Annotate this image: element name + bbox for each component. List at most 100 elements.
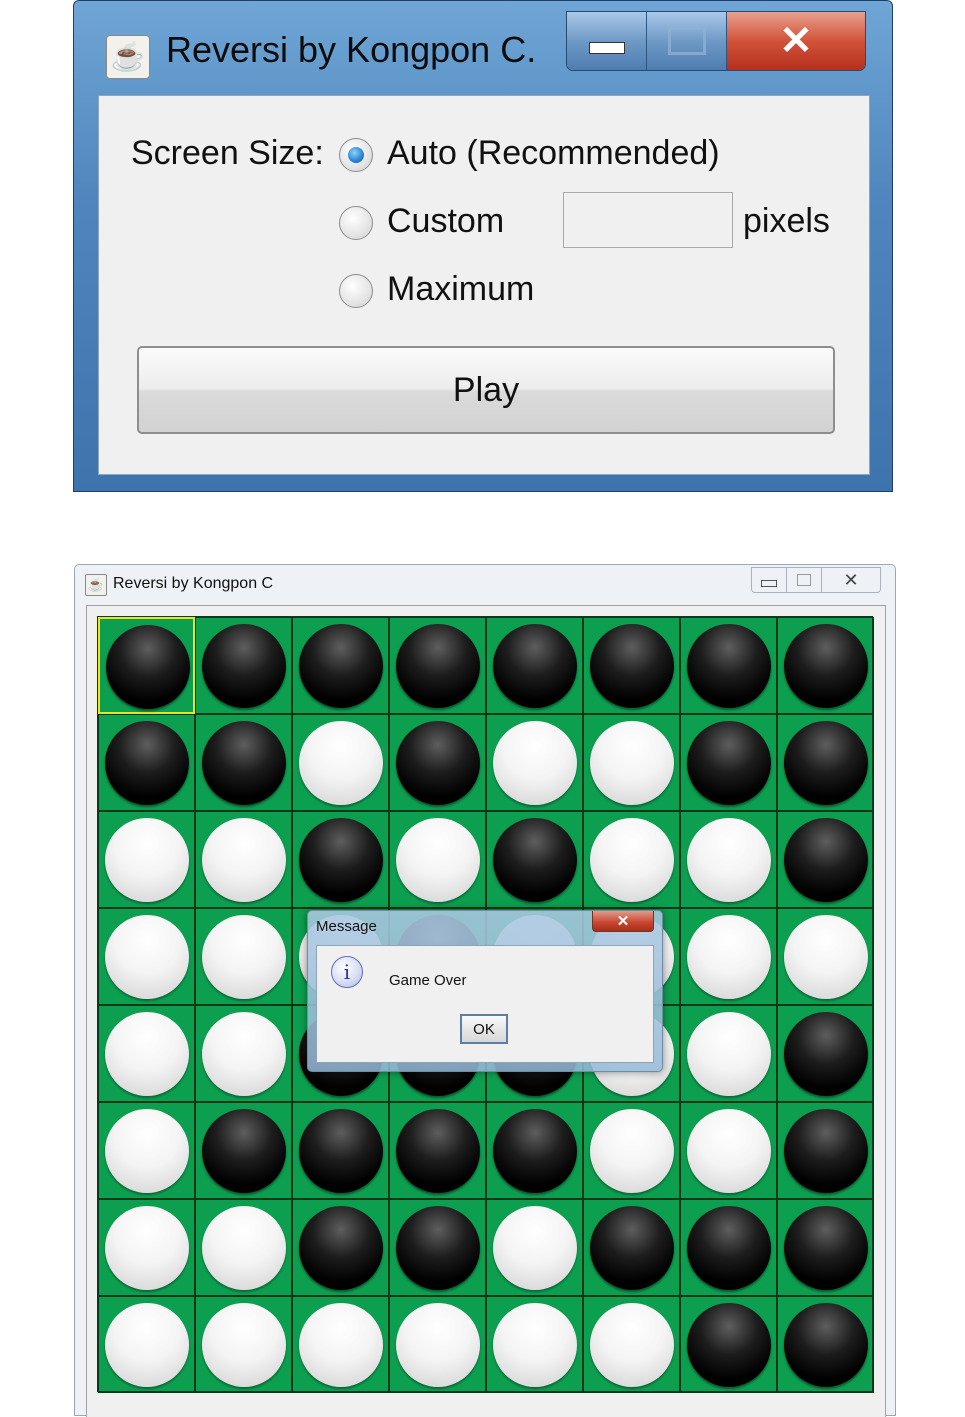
- board-cell[interactable]: [777, 714, 874, 811]
- board-cell[interactable]: [777, 1102, 874, 1199]
- board-cell[interactable]: [583, 1199, 680, 1296]
- board-cell[interactable]: [389, 1296, 486, 1393]
- board-cell[interactable]: [292, 1102, 389, 1199]
- board-cell[interactable]: [195, 1102, 292, 1199]
- black-disc: [590, 624, 674, 708]
- board-cell[interactable]: [486, 1296, 583, 1393]
- board-cell[interactable]: [195, 811, 292, 908]
- white-disc: [299, 721, 383, 805]
- board-cell[interactable]: [777, 1296, 874, 1393]
- java-cup-icon: ☕: [85, 574, 107, 596]
- board-cell[interactable]: [777, 811, 874, 908]
- board-cell[interactable]: [680, 908, 777, 1005]
- custom-size-input[interactable]: [563, 192, 733, 248]
- board-cell[interactable]: [98, 1102, 195, 1199]
- black-disc: [105, 721, 189, 805]
- board-cell[interactable]: [583, 1102, 680, 1199]
- black-disc: [784, 818, 868, 902]
- board-cell[interactable]: [195, 617, 292, 714]
- board-cell[interactable]: [98, 617, 195, 714]
- maximize-button[interactable]: [787, 568, 822, 592]
- board-cell[interactable]: [583, 811, 680, 908]
- board-cell[interactable]: [389, 714, 486, 811]
- board-cell[interactable]: [292, 714, 389, 811]
- board-cell[interactable]: [195, 1199, 292, 1296]
- radio-auto[interactable]: [339, 138, 373, 172]
- board-cell[interactable]: [486, 1102, 583, 1199]
- board-cell[interactable]: [389, 617, 486, 714]
- black-disc: [299, 624, 383, 708]
- board-cell[interactable]: [583, 1296, 680, 1393]
- board-cell[interactable]: [98, 1199, 195, 1296]
- dialog-body: i Game Over OK: [316, 945, 654, 1063]
- board-cell[interactable]: [680, 617, 777, 714]
- board-cell[interactable]: [195, 714, 292, 811]
- close-button[interactable]: ✕: [727, 12, 865, 70]
- board-cell[interactable]: [680, 1296, 777, 1393]
- board-cell[interactable]: [486, 617, 583, 714]
- ok-button[interactable]: OK: [460, 1014, 508, 1044]
- radio-maximum-label[interactable]: Maximum: [387, 270, 534, 309]
- board-cell[interactable]: [486, 1199, 583, 1296]
- white-disc: [590, 1303, 674, 1387]
- launcher-titlebar[interactable]: ☕ Reversi by Kongpon C. ✕: [74, 1, 892, 91]
- board-cell[interactable]: [777, 1005, 874, 1102]
- white-disc: [493, 721, 577, 805]
- board-cell[interactable]: [680, 1005, 777, 1102]
- board-cell[interactable]: [389, 811, 486, 908]
- white-disc: [784, 915, 868, 999]
- white-disc: [396, 1303, 480, 1387]
- screen-size-label: Screen Size:: [131, 134, 324, 172]
- black-disc: [299, 1206, 383, 1290]
- board-cell[interactable]: [680, 1102, 777, 1199]
- radio-auto-label[interactable]: Auto (Recommended): [387, 134, 720, 173]
- dialog-message: Game Over: [389, 972, 467, 989]
- white-disc: [105, 1303, 189, 1387]
- board-cell[interactable]: [292, 1296, 389, 1393]
- board-cell[interactable]: [583, 617, 680, 714]
- board-cell[interactable]: [680, 1199, 777, 1296]
- board-cell[interactable]: [583, 714, 680, 811]
- close-button[interactable]: ✕: [822, 568, 880, 592]
- board-cell[interactable]: [389, 1102, 486, 1199]
- board-cell[interactable]: [195, 1005, 292, 1102]
- board-cell[interactable]: [98, 1005, 195, 1102]
- black-disc: [396, 624, 480, 708]
- close-icon: ✕: [843, 569, 859, 590]
- board-cell[interactable]: [777, 908, 874, 1005]
- close-icon: ✕: [779, 19, 813, 63]
- radio-custom-label[interactable]: Custom: [387, 202, 504, 241]
- board-cell[interactable]: [486, 811, 583, 908]
- board-cell[interactable]: [98, 1296, 195, 1393]
- board-cell[interactable]: [292, 811, 389, 908]
- radio-maximum[interactable]: [339, 274, 373, 308]
- board-cell[interactable]: [486, 714, 583, 811]
- minimize-button[interactable]: [752, 568, 787, 592]
- board-cell[interactable]: [680, 811, 777, 908]
- radio-custom[interactable]: [339, 206, 373, 240]
- dialog-title: Message: [316, 918, 377, 935]
- board-cell[interactable]: [98, 714, 195, 811]
- black-disc: [202, 721, 286, 805]
- board-cell[interactable]: [777, 1199, 874, 1296]
- minimize-button[interactable]: [567, 12, 647, 70]
- board-cell[interactable]: [680, 714, 777, 811]
- black-disc: [396, 1109, 480, 1193]
- black-disc: [106, 625, 190, 709]
- board-cell[interactable]: [292, 617, 389, 714]
- dialog-close-button[interactable]: ✕: [592, 911, 654, 932]
- black-disc: [687, 1303, 771, 1387]
- board-cell[interactable]: [292, 1199, 389, 1296]
- board-cell[interactable]: [777, 617, 874, 714]
- white-disc: [687, 818, 771, 902]
- board-cell[interactable]: [195, 1296, 292, 1393]
- play-button[interactable]: Play: [137, 346, 835, 434]
- maximize-button[interactable]: [647, 12, 727, 70]
- white-disc: [202, 1206, 286, 1290]
- white-disc: [105, 1109, 189, 1193]
- board-cell[interactable]: [98, 908, 195, 1005]
- board-cell[interactable]: [389, 1199, 486, 1296]
- board-cell[interactable]: [98, 811, 195, 908]
- game-title: Reversi by Kongpon C: [113, 575, 274, 592]
- board-cell[interactable]: [195, 908, 292, 1005]
